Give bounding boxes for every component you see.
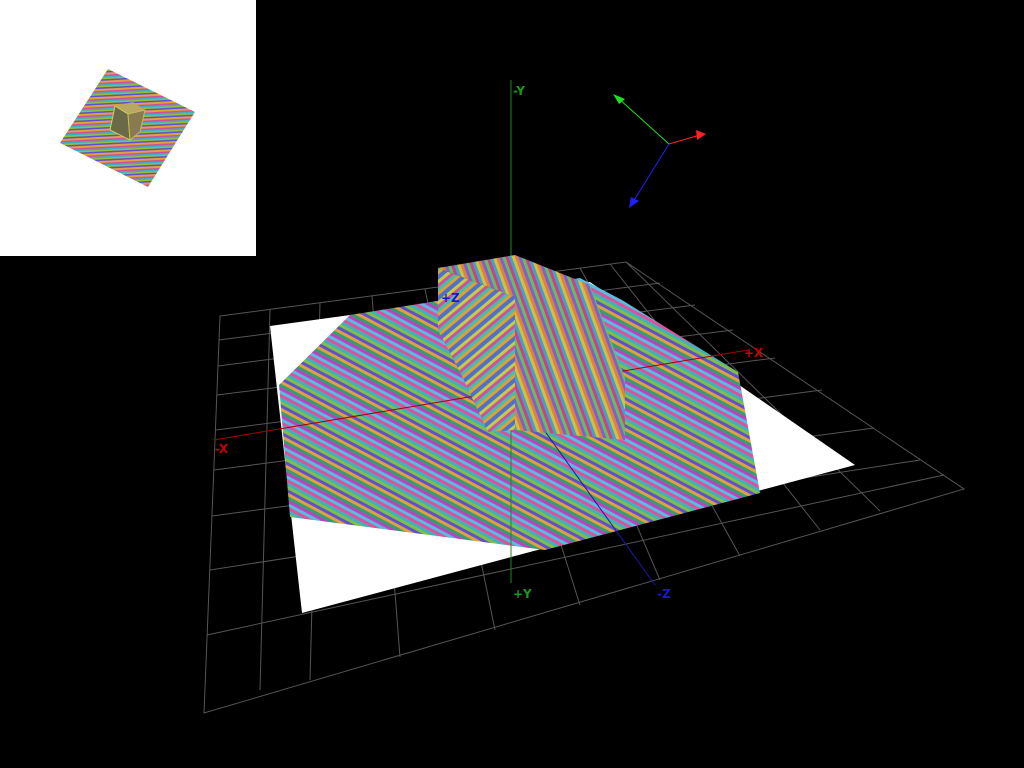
neg-z-label: -Z: [657, 587, 671, 601]
minimap-inset[interactable]: [0, 0, 256, 256]
minimap-canvas: [60, 69, 195, 187]
neg-x-label: -X: [215, 442, 229, 456]
pos-z-label: +Z: [441, 291, 460, 305]
3d-viewport[interactable]: +X -X +Y -Y +Z -Z: [0, 0, 1024, 768]
pos-x-label: +X: [744, 346, 764, 360]
neg-y-label: -Y: [513, 84, 525, 98]
pos-y-label: +Y: [513, 587, 532, 601]
orientation-gizmo[interactable]: [613, 94, 706, 208]
